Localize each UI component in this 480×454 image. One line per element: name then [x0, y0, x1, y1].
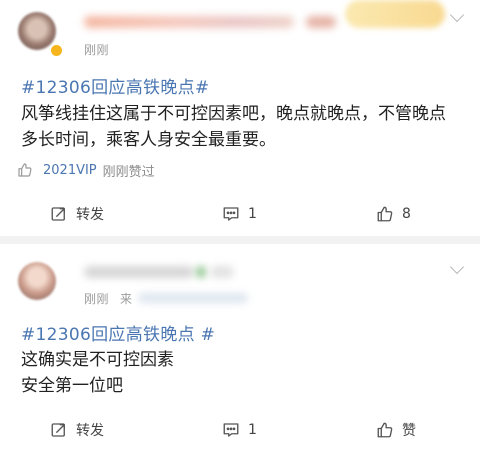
post-content: 这确实是不可控因素 安全第一位吧 [21, 350, 174, 396]
post-separator [0, 236, 480, 244]
thumbs-up-icon [18, 163, 32, 177]
repost-button[interactable]: 转发 [50, 418, 104, 442]
weibo-post-1: 刚刚 #12306回应高铁晚点# 风筝线挂住这属于不可控因素吧，晚点就晚点，不管… [0, 0, 480, 236]
liked-by-vip-label[interactable]: 2021VIP [43, 163, 97, 178]
username-blurred[interactable] [84, 266, 194, 278]
avatar[interactable] [18, 12, 56, 50]
comment-button[interactable]: 1 [222, 418, 257, 442]
thumbs-up-icon [377, 422, 393, 438]
comment-icon [223, 207, 239, 221]
like-count: 8 [402, 206, 411, 222]
action-bar: 转发 1 赞 [0, 418, 480, 442]
comment-icon [223, 423, 239, 437]
post-source-blurred [138, 293, 248, 303]
repost-icon [51, 207, 65, 221]
username-badge-blurred [306, 16, 336, 28]
post-content: 风筝线挂住这属于不可控因素吧，晚点就晚点，不管晚点多长时间，乘客人身安全最重要。 [21, 104, 446, 150]
post-time: 刚刚 [84, 292, 110, 306]
username-blurred[interactable] [84, 16, 294, 28]
comment-button[interactable]: 1 [222, 202, 257, 226]
avatar[interactable] [18, 262, 56, 300]
like-button[interactable]: 8 [376, 202, 411, 226]
liked-by-row: 2021VIP 刚刚赞过 [17, 160, 155, 180]
comment-count: 1 [248, 422, 257, 438]
post-source-label: 来 [120, 292, 133, 306]
liked-by-text: 刚刚赞过 [102, 164, 155, 180]
username-suffix-blurred [210, 266, 234, 278]
repost-icon [51, 423, 65, 437]
repost-label: 转发 [76, 207, 104, 223]
hashtag-link[interactable]: #12306回应高铁晚点# [21, 73, 209, 98]
vip-badge-icon [50, 44, 63, 57]
thumbs-up-icon [377, 206, 393, 222]
like-button[interactable]: 赞 [376, 418, 416, 442]
hashtag-link[interactable]: #12306回应高铁晚点 # [21, 320, 215, 345]
member-badge-blurred [345, 0, 445, 28]
repost-label: 转发 [76, 423, 104, 439]
like-label: 赞 [402, 423, 416, 439]
comment-count: 1 [248, 206, 257, 222]
repost-button[interactable]: 转发 [50, 202, 104, 226]
action-bar: 转发 1 8 [0, 202, 480, 226]
post-time: 刚刚 [84, 43, 110, 57]
username-badge-blurred [196, 266, 206, 278]
chevron-down-icon[interactable] [449, 7, 465, 23]
